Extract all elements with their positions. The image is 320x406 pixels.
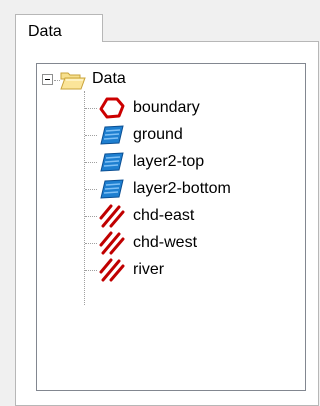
folder-open-icon	[60, 72, 86, 90]
polygon-boundary-icon	[99, 97, 125, 119]
tree-item-layer2-bottom[interactable]: layer2-bottom	[133, 180, 231, 198]
tab-data[interactable]: Data	[15, 14, 103, 42]
tree-connector	[85, 243, 97, 244]
tree-item-river[interactable]: river	[133, 261, 164, 279]
tree-item-chd-west[interactable]: chd-west	[133, 234, 197, 252]
tree-item-boundary[interactable]: boundary	[133, 99, 200, 117]
surface-layer-icon	[100, 152, 124, 172]
tree-item-chd-east[interactable]: chd-east	[133, 207, 194, 225]
tree-root-label[interactable]: Data	[92, 70, 126, 88]
data-panel: Data boundary ground layer2-top layer2-b	[15, 41, 319, 406]
tree-item-layer2-top[interactable]: layer2-top	[133, 153, 204, 171]
tree-guide	[84, 91, 85, 305]
tree-connector	[85, 270, 97, 271]
line-features-icon	[99, 204, 125, 228]
tree-connector	[85, 189, 97, 190]
tree-connector	[85, 108, 97, 109]
collapse-toggle[interactable]	[42, 74, 53, 85]
tree-item-ground[interactable]: ground	[133, 126, 183, 144]
line-features-icon	[99, 258, 125, 282]
tree-connector	[85, 216, 97, 217]
line-features-icon	[99, 231, 125, 255]
data-tree[interactable]: Data boundary ground layer2-top layer2-b	[36, 63, 306, 391]
surface-layer-icon	[100, 125, 124, 145]
tree-connector	[85, 162, 97, 163]
surface-layer-icon	[100, 179, 124, 199]
tab-label: Data	[28, 23, 62, 40]
tree-connector	[85, 135, 97, 136]
